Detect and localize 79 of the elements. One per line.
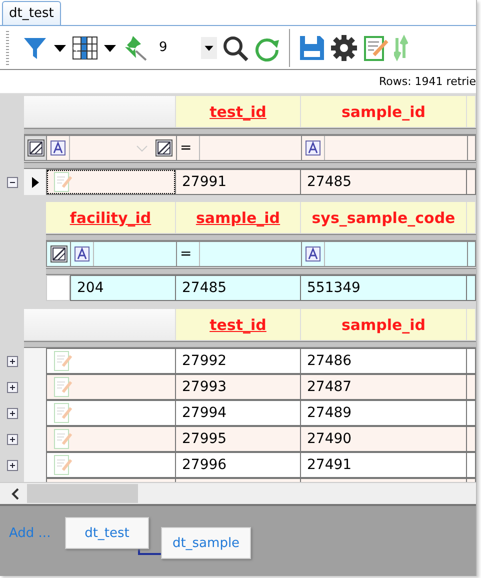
caret-icon[interactable] (53, 42, 67, 52)
note-icon (53, 402, 73, 424)
expand-icon[interactable] (6, 460, 18, 470)
expand-icon[interactable] (6, 356, 18, 366)
filter-field[interactable] (70, 241, 176, 267)
table-cell: 27485 (176, 275, 301, 301)
filter-toggle-icon[interactable] (155, 139, 173, 157)
filter-toggle-button[interactable] (24, 135, 46, 161)
column-chooser-icon[interactable] (71, 34, 99, 62)
table-cell: 27994 (176, 400, 301, 426)
save-icon[interactable] (298, 34, 326, 62)
toolbar-grip[interactable] (6, 30, 9, 64)
table-cell: 27992 (176, 348, 301, 374)
column-header[interactable]: sys_sample_code (301, 202, 467, 233)
note-icon (53, 454, 73, 476)
table-cell (467, 426, 476, 452)
note-cell[interactable] (46, 426, 176, 452)
horizontal-scrollbar[interactable] (0, 482, 476, 504)
column-header[interactable]: test_id (176, 96, 301, 127)
filter-toggle-icon[interactable] (50, 245, 68, 263)
column-header[interactable]: test_id (176, 309, 301, 340)
filter-field[interactable] (301, 241, 467, 267)
table-cell: 27486 (301, 348, 467, 374)
filter-field[interactable]: = (176, 241, 301, 267)
table-cell: 27490 (301, 426, 467, 452)
note-cell[interactable] (46, 374, 176, 400)
table-cell: 27996 (176, 452, 301, 478)
table-cell: 27487 (301, 374, 467, 400)
expand-icon[interactable] (6, 408, 18, 418)
page-size-field[interactable]: 9 (153, 40, 197, 55)
table-cell: 27993 (176, 374, 301, 400)
text-filter-icon[interactable] (50, 140, 66, 156)
connector-line (138, 546, 162, 556)
text-filter-icon[interactable] (74, 246, 90, 262)
filter-field[interactable] (467, 241, 476, 267)
filter-field[interactable]: = (176, 135, 301, 161)
table-cell (467, 169, 476, 195)
table-cell: 204 (70, 275, 176, 301)
status-text: Rows: 1941 retrie (378, 75, 476, 88)
note-cell[interactable] (46, 348, 176, 374)
table-node[interactable]: dt_sample (161, 527, 251, 559)
dropdown-button[interactable] (201, 36, 217, 58)
note-icon (53, 376, 73, 398)
table-cell (467, 374, 476, 400)
filter-field[interactable] (467, 135, 476, 161)
table-node[interactable]: dt_test (65, 517, 149, 549)
row-header[interactable] (24, 169, 46, 195)
table-cell (467, 275, 476, 301)
filter-field[interactable] (46, 135, 176, 161)
note-icon (53, 428, 73, 450)
expand-icon[interactable] (6, 382, 18, 392)
search-icon[interactable] (221, 34, 249, 62)
note-icon (53, 350, 73, 372)
text-filter-icon[interactable] (305, 246, 321, 262)
table-cell: 27491 (301, 452, 467, 478)
table-cell: 27489 (301, 400, 467, 426)
table-cell: 27991 (176, 169, 301, 195)
column-header[interactable]: sample_id (301, 96, 467, 127)
note-cell[interactable] (46, 169, 176, 195)
table-cell: 551349 (301, 275, 467, 301)
filter-toggle-icon[interactable] (26, 139, 44, 157)
column-header[interactable]: sample_id (301, 309, 467, 340)
expand-icon[interactable] (6, 434, 18, 444)
note-cell[interactable] (46, 452, 176, 478)
table-cell: 27485 (301, 169, 467, 195)
table-cell: 27995 (176, 426, 301, 452)
note-cell[interactable] (46, 400, 176, 426)
tab[interactable]: dt_test (2, 1, 61, 25)
edit-icon[interactable] (362, 34, 390, 62)
settings-icon[interactable] (330, 34, 358, 62)
caret-icon[interactable] (103, 42, 117, 52)
collapse-icon[interactable] (6, 176, 18, 188)
note-icon (53, 171, 73, 193)
scroll-thumb[interactable] (27, 484, 138, 503)
column-header[interactable]: sample_id (176, 202, 301, 233)
filter-field[interactable] (301, 135, 467, 161)
filter-toggle-button[interactable] (46, 241, 70, 267)
text-filter-icon[interactable] (305, 140, 321, 156)
column-header[interactable]: facility_id (46, 202, 176, 233)
